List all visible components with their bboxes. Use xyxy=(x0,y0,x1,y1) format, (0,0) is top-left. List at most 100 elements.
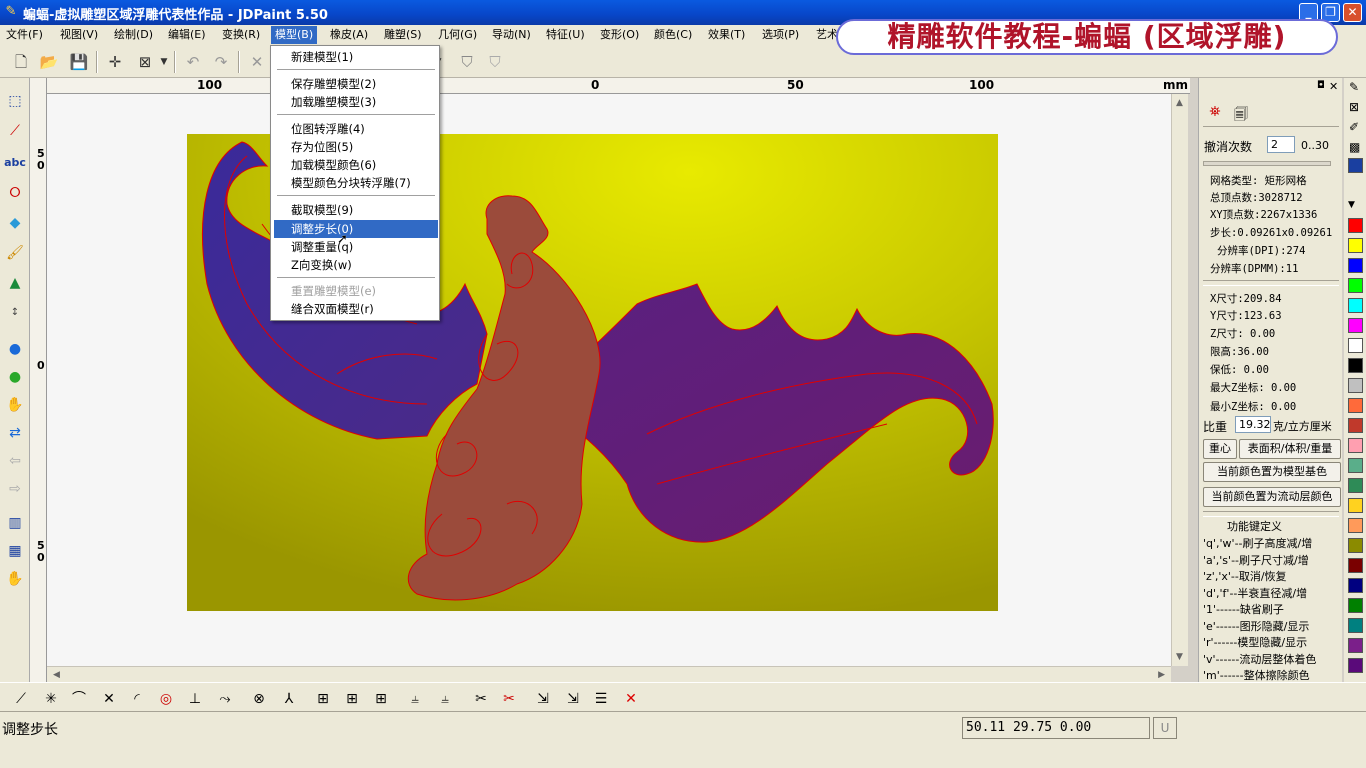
color-swatch[interactable] xyxy=(1348,658,1363,673)
color-swatch[interactable] xyxy=(1348,478,1363,493)
color-swatch[interactable] xyxy=(1348,338,1363,353)
color-swatch[interactable] xyxy=(1348,398,1363,413)
arc-corner-icon[interactable]: ⌒ xyxy=(68,688,90,710)
vertical-scrollbar[interactable]: ▲ ▼ xyxy=(1171,94,1188,666)
color-swatch[interactable] xyxy=(1348,598,1363,613)
no-color-icon[interactable]: ⊠ xyxy=(1349,100,1359,114)
transform-icon[interactable]: ⇲ xyxy=(532,688,554,710)
scroll-down-icon[interactable]: ▼ xyxy=(1176,652,1183,662)
menu-item-save-model[interactable]: 保存雕塑模型(2) xyxy=(274,75,438,93)
align-icon[interactable]: ⫨ xyxy=(404,688,426,710)
color-swatch[interactable] xyxy=(1348,258,1363,273)
shield-icon[interactable]: ⛉ xyxy=(484,51,506,73)
select-box-icon[interactable]: ⊠ xyxy=(134,51,156,73)
area-volume-weight-button[interactable]: 表面积/体积/重量 xyxy=(1239,439,1341,459)
color-swatch[interactable] xyxy=(1348,558,1363,573)
menu-edit[interactable]: 编辑(E) xyxy=(164,27,210,43)
delete-icon[interactable]: ✕ xyxy=(620,688,642,710)
polyline-icon[interactable]: ⟋ xyxy=(4,120,26,142)
color-swatch[interactable] xyxy=(1348,458,1363,473)
menu-feature[interactable]: 特征(U) xyxy=(542,27,589,43)
open-folder-icon[interactable]: 📂 xyxy=(38,51,60,73)
select-node-icon[interactable]: ⬚ xyxy=(4,90,26,112)
grid-snap-icon[interactable]: ⊞ xyxy=(370,688,392,710)
menu-color[interactable]: 颜色(C) xyxy=(650,27,696,43)
chevron-down-icon[interactable]: ▼ xyxy=(1348,200,1355,210)
diamond-icon[interactable]: ◆ xyxy=(4,212,26,234)
pencil-icon[interactable]: ✎ xyxy=(1349,80,1359,94)
multi-line-icon[interactable]: ✳ xyxy=(40,688,62,710)
line-tool-icon[interactable]: ⟋ xyxy=(10,688,32,710)
center-of-gravity-button[interactable]: 重心 xyxy=(1203,439,1237,459)
menu-item-save-bitmap[interactable]: 存为位图(5) xyxy=(274,138,438,156)
menu-sculpt[interactable]: 雕塑(S) xyxy=(380,27,426,43)
measure-icon[interactable]: ↕ xyxy=(4,302,26,324)
scroll-up-icon[interactable]: ▲ xyxy=(1176,98,1183,108)
new-file-icon[interactable]: 🗋 xyxy=(10,51,32,73)
undo-slider[interactable] xyxy=(1203,161,1331,166)
color-swatch[interactable] xyxy=(1348,378,1363,393)
color-swatch[interactable] xyxy=(1348,498,1363,513)
menu-geometry[interactable]: 几何(G) xyxy=(434,27,481,43)
text-tool-icon[interactable]: abc xyxy=(4,152,26,174)
snap-point-icon[interactable]: ⊗ xyxy=(248,688,270,710)
hand-icon[interactable]: ✋ xyxy=(4,394,26,416)
menu-model[interactable]: 模型(B) xyxy=(271,26,318,44)
menu-item-bitmap-to-relief[interactable]: 位图转浮雕(4) xyxy=(274,120,438,138)
set-base-color-button[interactable]: 当前颜色置为模型基色 xyxy=(1203,462,1341,482)
menu-item-color-block-to-relief[interactable]: 模型颜色分块转浮雕(7) xyxy=(274,174,438,192)
checker-icon[interactable]: ▩ xyxy=(1349,140,1360,154)
color-swatch[interactable] xyxy=(1348,358,1363,373)
brush-icon[interactable]: 🖌 xyxy=(4,242,26,264)
delete-icon[interactable]: ✕ xyxy=(246,51,268,73)
menu-deform[interactable]: 变形(O) xyxy=(596,27,643,43)
color-swatch[interactable] xyxy=(1348,318,1363,333)
intersect-icon[interactable]: ✕ xyxy=(98,688,120,710)
cut-delete-icon[interactable]: ✂ xyxy=(498,688,520,710)
align-icon[interactable]: ⫨ xyxy=(434,688,456,710)
redo-icon[interactable]: ↷ xyxy=(210,51,232,73)
shield-icon[interactable]: ⛉ xyxy=(456,51,478,73)
menu-item-load-model-color[interactable]: 加载模型颜色(6) xyxy=(274,156,438,174)
menu-guide[interactable]: 导动(N) xyxy=(488,27,535,43)
color-swatch[interactable] xyxy=(1348,158,1363,173)
color-swatch[interactable] xyxy=(1348,518,1363,533)
cone-icon[interactable]: ▲ xyxy=(4,272,26,294)
density-input[interactable]: 19.32 xyxy=(1235,416,1271,433)
arrow-right-icon[interactable]: ⇨ xyxy=(4,478,26,500)
stop-icon[interactable]: ⭘ xyxy=(4,182,26,204)
cut-icon[interactable]: ✂ xyxy=(470,688,492,710)
tab-model-icon[interactable]: ⛯ xyxy=(1205,104,1225,124)
menu-item-load-model[interactable]: 加载雕塑模型(3) xyxy=(274,93,438,111)
menu-view[interactable]: 视图(V) xyxy=(56,27,102,43)
bulb-icon[interactable]: ● xyxy=(4,366,26,388)
undo-count-input[interactable]: 2 xyxy=(1267,136,1295,153)
hand-icon[interactable]: ✋ xyxy=(4,568,26,590)
undo-icon[interactable]: ↶ xyxy=(182,51,204,73)
menu-item-adjust-step[interactable]: 调整步长(0) xyxy=(274,220,438,238)
circle-icon[interactable]: ◎ xyxy=(155,688,177,710)
crosshair-icon[interactable]: ✛ xyxy=(104,51,126,73)
color-swatch[interactable] xyxy=(1348,438,1363,453)
menu-file[interactable]: 文件(F) xyxy=(2,27,47,43)
close-icon[interactable]: ✕ xyxy=(1329,80,1338,93)
grid-snap-icon[interactable]: ⊞ xyxy=(312,688,334,710)
menu-item-z-transform[interactable]: Z向变换(w) xyxy=(274,256,438,274)
eyedropper-icon[interactable]: ✐ xyxy=(1349,120,1359,134)
layers-icon[interactable]: ▥ xyxy=(4,512,26,534)
save-icon[interactable]: 💾 xyxy=(68,51,90,73)
color-swatch[interactable] xyxy=(1348,538,1363,553)
perpendicular-icon[interactable]: ⊥ xyxy=(184,688,206,710)
color-swatch[interactable] xyxy=(1348,618,1363,633)
menu-transform[interactable]: 变换(R) xyxy=(218,27,264,43)
tab-document-icon[interactable]: 🗐 xyxy=(1231,104,1251,124)
color-swatch[interactable] xyxy=(1348,298,1363,313)
arrow-left-icon[interactable]: ⇦ xyxy=(4,450,26,472)
menu-eraser[interactable]: 橡皮(A) xyxy=(326,27,372,43)
color-swatch[interactable] xyxy=(1348,238,1363,253)
menu-item-adjust-weight[interactable]: 调整重量(q) xyxy=(274,238,438,256)
scroll-right-icon[interactable]: ▶ xyxy=(1158,670,1165,680)
transform-icon[interactable]: ⇲ xyxy=(562,688,584,710)
grid-icon[interactable]: ▦ xyxy=(4,540,26,562)
menu-item-new-model[interactable]: 新建模型(1) xyxy=(274,48,438,66)
